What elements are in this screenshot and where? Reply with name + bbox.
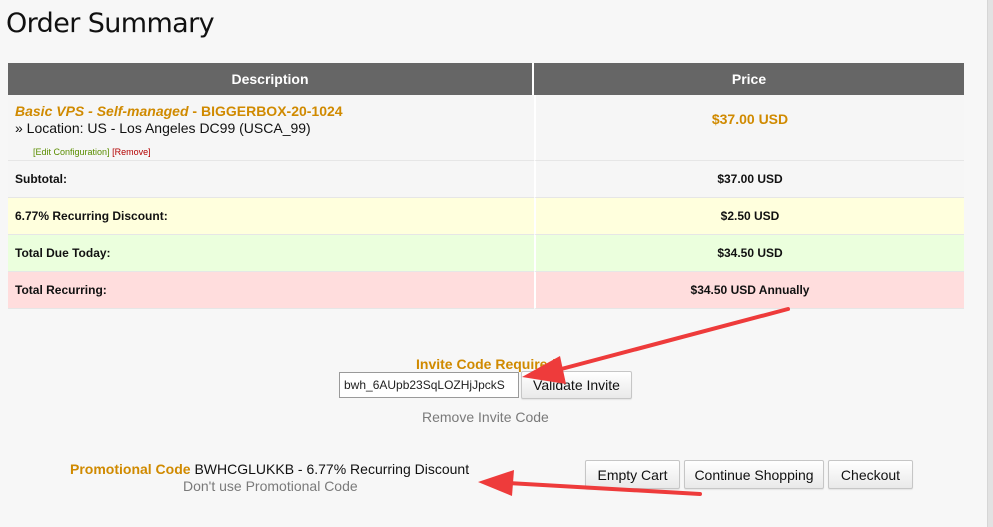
total-recurring-value: $34.50 USD Annually <box>534 272 964 309</box>
promotional-code-line: Promotional Code BWHCGLUKKB - 6.77% Recu… <box>70 461 469 477</box>
empty-cart-button[interactable]: Empty Cart <box>585 460 680 489</box>
product-hostname: BIGGERBOX-20-1024 <box>200 102 343 119</box>
total-recurring-label: Total Recurring: <box>8 272 534 309</box>
product-description-cell: Basic VPS - Self-managed - BIGGERBOX-20-… <box>8 95 534 143</box>
edit-configuration-link[interactable]: [Edit Configuration] <box>33 147 110 157</box>
product-actions-cell: [Edit Configuration] [Remove] <box>8 143 534 161</box>
subtotal-row: Subtotal: $37.00 USD <box>8 161 964 198</box>
total-due-today-value: $34.50 USD <box>534 235 964 272</box>
invite-code-label: Invite Code Required <box>416 356 557 372</box>
remove-invite-code-link[interactable]: Remove Invite Code <box>422 409 549 425</box>
remove-product-link[interactable]: [Remove] <box>112 147 151 157</box>
total-due-today-row: Total Due Today: $34.50 USD <box>8 235 964 272</box>
subtotal-label: Subtotal: <box>8 161 534 198</box>
product-price-cell: $37.00 USD <box>534 95 964 143</box>
continue-shopping-button[interactable]: Continue Shopping <box>684 460 824 489</box>
table-header-row: Description Price <box>8 63 964 95</box>
page-right-border <box>987 0 993 527</box>
recurring-discount-label: 6.77% Recurring Discount: <box>8 198 534 235</box>
product-row: Basic VPS - Self-managed - BIGGERBOX-20-… <box>8 95 964 143</box>
product-location: » Location: US - Los Angeles DC99 (USCA_… <box>15 119 311 136</box>
total-due-today-label: Total Due Today: <box>8 235 534 272</box>
promotional-code-value: BWHCGLUKKB - 6.77% Recurring Discount <box>194 461 470 477</box>
product-price: $37.00 USD <box>711 111 789 127</box>
product-name-separator: - <box>188 102 201 119</box>
subtotal-value: $37.00 USD <box>534 161 964 198</box>
price-column-header: Price <box>534 63 964 95</box>
order-summary-table: Description Price Basic VPS - Self-manag… <box>8 63 964 309</box>
total-recurring-row: Total Recurring: $34.50 USD Annually <box>8 272 964 309</box>
validate-invite-button[interactable]: Validate Invite <box>521 371 632 399</box>
product-actions-row: [Edit Configuration] [Remove] <box>8 143 964 161</box>
promotional-code-label: Promotional Code <box>70 461 191 477</box>
description-column-header: Description <box>8 63 534 95</box>
invite-code-input[interactable] <box>339 372 519 398</box>
recurring-discount-value: $2.50 USD <box>534 198 964 235</box>
recurring-discount-row: 6.77% Recurring Discount: $2.50 USD <box>8 198 964 235</box>
checkout-button[interactable]: Checkout <box>828 460 913 489</box>
product-actions-empty-cell <box>534 143 964 161</box>
dont-use-promo-link[interactable]: Don't use Promotional Code <box>183 478 358 494</box>
product-plan-name: Basic VPS - Self-managed <box>15 102 189 119</box>
product-name: Basic VPS - Self-managed - BIGGERBOX-20-… <box>15 103 343 119</box>
page-title: Order Summary <box>6 8 215 39</box>
